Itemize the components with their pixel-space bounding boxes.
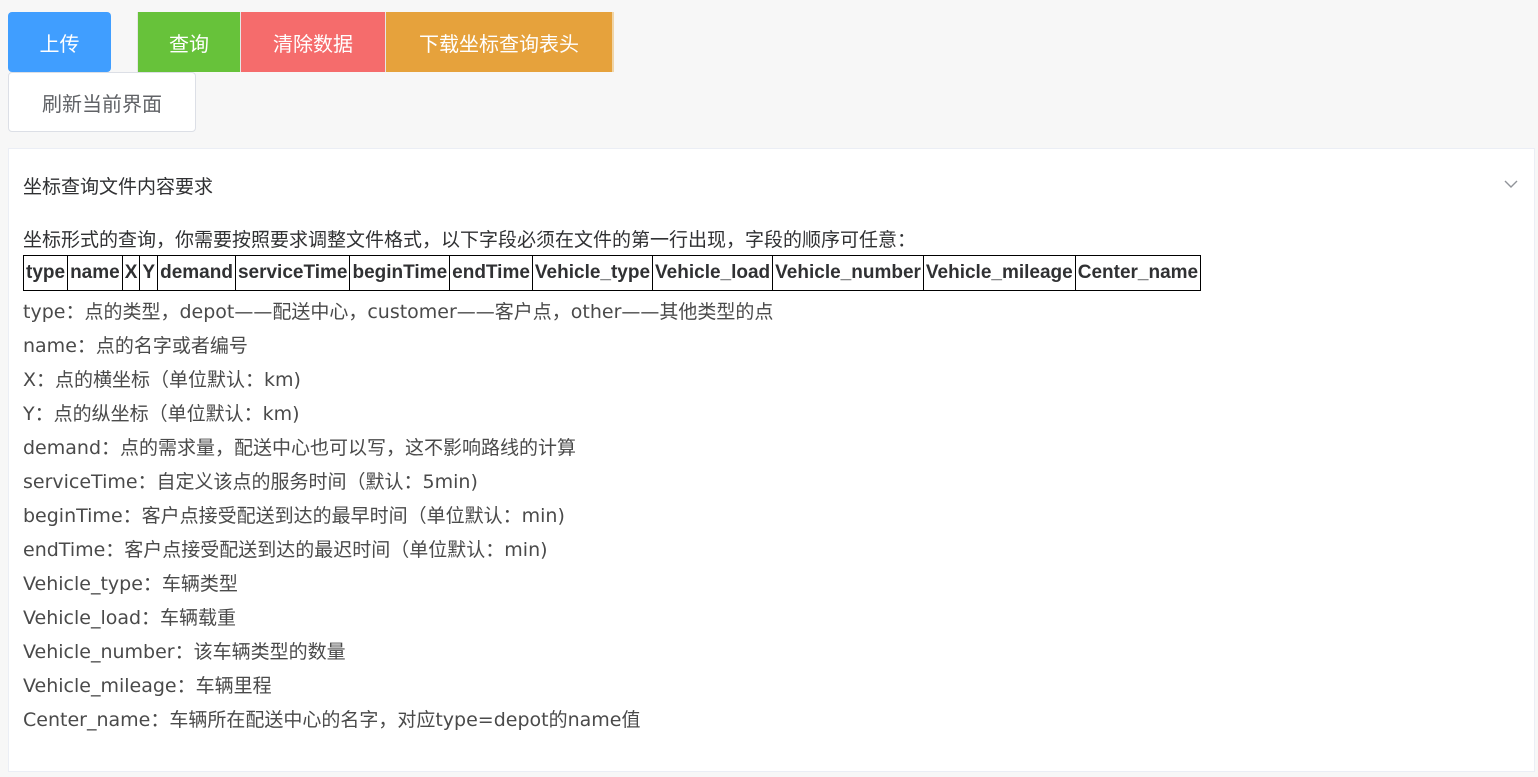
- field-description: demand：点的需求量，配送中心也可以写，这不影响路线的计算: [23, 437, 577, 459]
- field-description: Vehicle_number：该车辆类型的数量: [23, 641, 346, 663]
- intro-text: 坐标形式的查询，你需要按照要求调整文件格式，以下字段必须在文件的第一行出现，字段…: [23, 229, 917, 251]
- button-spacer: [111, 12, 137, 72]
- field-description: Vehicle_load：车辆载重: [23, 607, 237, 629]
- refresh-page-button[interactable]: 刷新当前界面: [8, 72, 196, 132]
- field-description: type：点的类型，depot——配送中心，customer——客户点，othe…: [23, 301, 774, 323]
- field-cell: demand: [157, 255, 236, 291]
- panel-body: 坐标形式的查询，你需要按照要求调整文件格式，以下字段必须在文件的第一行出现，字段…: [9, 221, 1534, 737]
- field-cell: Vehicle_type: [531, 255, 654, 291]
- clear-data-button[interactable]: 清除数据: [240, 12, 385, 72]
- panel-title: 坐标查询文件内容要求: [23, 175, 214, 198]
- field-description: Vehicle_mileage：车辆里程: [23, 675, 272, 697]
- table-row: type name X Y demand serviceTime beginTi…: [22, 255, 1202, 291]
- field-cell: Vehicle_number: [772, 255, 924, 291]
- field-description: Y：点的纵坐标（单位默认：km): [23, 403, 300, 425]
- field-cell: Vehicle_load: [652, 255, 774, 291]
- upload-button[interactable]: 上传: [8, 12, 111, 72]
- field-cell: beginTime: [349, 255, 451, 291]
- field-cell: endTime: [449, 255, 533, 291]
- field-cell: Vehicle_mileage: [922, 255, 1076, 291]
- field-description: name：点的名字或者编号: [23, 335, 248, 357]
- field-header-table: type name X Y demand serviceTime beginTi…: [22, 255, 1202, 291]
- field-cell: Center_name: [1074, 255, 1202, 291]
- field-description: serviceTime：自定义该点的服务时间（默认：5min): [23, 471, 478, 493]
- download-header-button[interactable]: 下载坐标查询表头: [385, 12, 614, 72]
- collapse-header[interactable]: 坐标查询文件内容要求: [9, 149, 1534, 221]
- chevron-down-icon[interactable]: [1504, 176, 1520, 195]
- field-description: Center_name：车辆所在配送中心的名字，对应type=depot的nam…: [23, 709, 641, 731]
- field-description: endTime：客户点接受配送到达的最迟时间（单位默认：min): [23, 539, 548, 561]
- field-cell: X: [121, 255, 141, 291]
- requirements-collapse-panel: 坐标查询文件内容要求 坐标形式的查询，你需要按照要求调整文件格式，以下字段必须在…: [8, 148, 1535, 772]
- query-button[interactable]: 查询: [137, 12, 240, 72]
- field-description: X：点的横坐标（单位默认：km): [23, 369, 301, 391]
- field-description: Vehicle_type：车辆类型: [23, 573, 238, 595]
- field-cell: type: [22, 255, 69, 291]
- field-cell: Y: [139, 255, 159, 291]
- field-cell: serviceTime: [234, 255, 351, 291]
- action-button-row: 上传 查询 清除数据 下载坐标查询表头: [8, 12, 628, 72]
- toolbar: 上传 查询 清除数据 下载坐标查询表头 刷新当前界面: [8, 12, 628, 132]
- field-cell: name: [67, 255, 123, 291]
- field-description: beginTime：客户点接受配送到达的最早时间（单位默认：min): [23, 505, 565, 527]
